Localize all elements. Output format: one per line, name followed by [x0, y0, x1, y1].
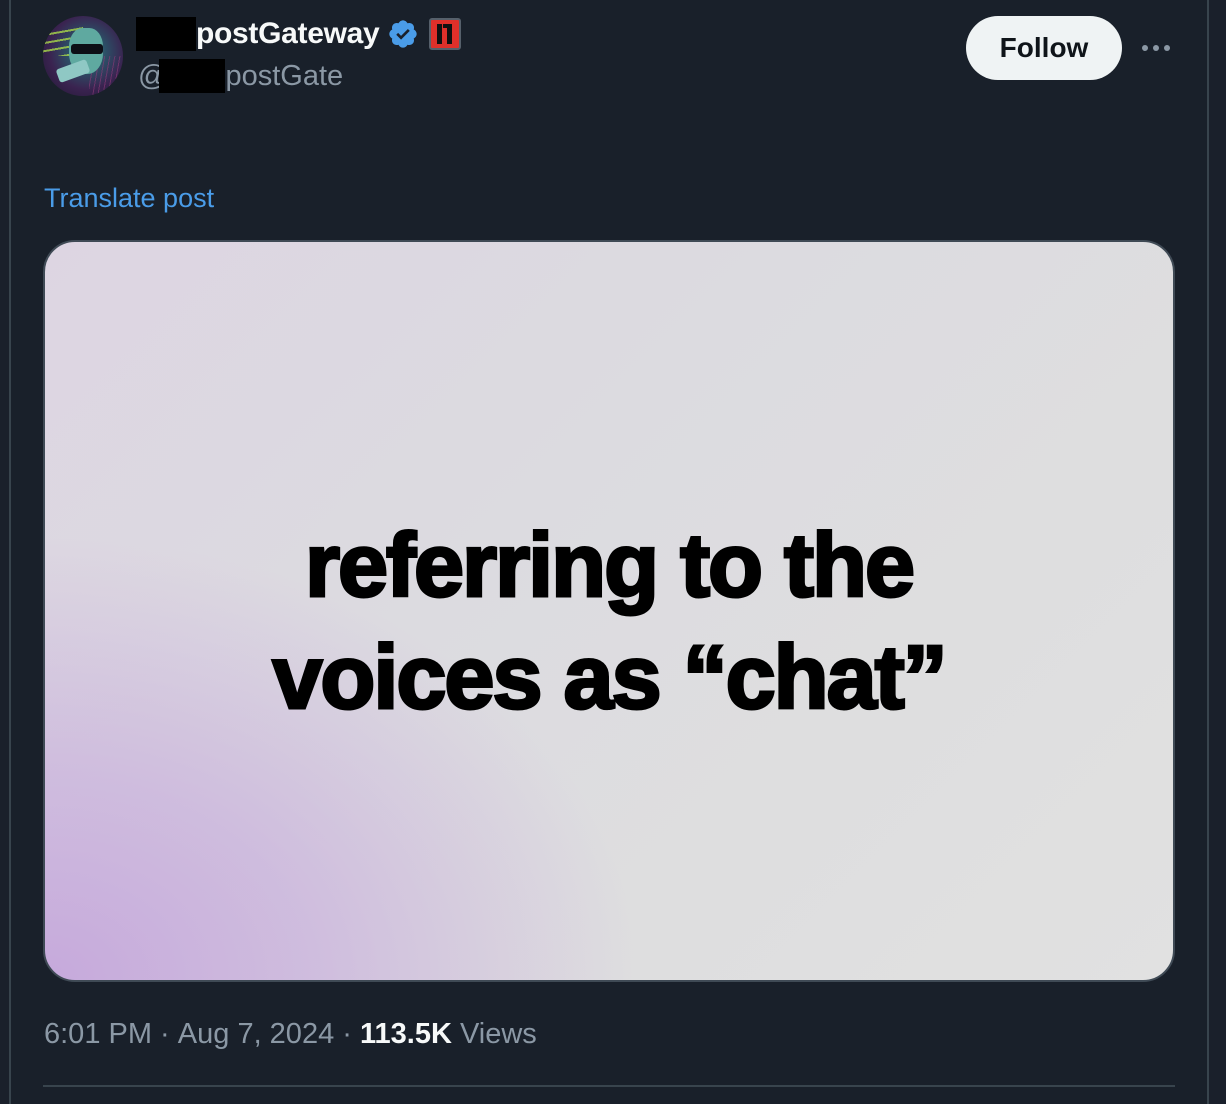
views-count[interactable]: 113.5K	[360, 1018, 452, 1051]
author-name-row[interactable]: postGateway	[136, 14, 462, 54]
meme-line-2: voices as “chat”	[271, 627, 949, 730]
translate-post-link[interactable]: Translate post	[44, 183, 214, 214]
post-time[interactable]: 6:01 PM	[44, 1018, 152, 1051]
redaction-box-handle	[159, 59, 226, 93]
author-display-name[interactable]: postGateway	[196, 17, 380, 51]
meme-caption: referring to the voices as “chat”	[45, 510, 1173, 734]
author-avatar[interactable]	[43, 16, 123, 96]
avatar-phone	[55, 58, 91, 84]
meta-separator: ·	[152, 1017, 178, 1050]
post-metadata: 6:01 PM · Aug 7, 2024 · 113.5K Views	[44, 1014, 537, 1054]
author-handle-row[interactable]: @ postGate	[138, 58, 343, 94]
more-options-button[interactable]	[1136, 30, 1176, 66]
views-label: Views	[451, 1017, 537, 1050]
post-media-image[interactable]: referring to the voices as “chat”	[43, 240, 1175, 982]
column-border-right	[1207, 0, 1209, 1104]
divider	[43, 1085, 1175, 1087]
author-handle[interactable]: postGate	[225, 60, 343, 93]
redaction-box-name	[136, 17, 196, 51]
more-horizontal-icon	[1142, 45, 1148, 51]
follow-button[interactable]: Follow	[966, 16, 1122, 80]
affiliate-badge-icon[interactable]	[429, 18, 462, 50]
more-horizontal-icon-dot	[1164, 45, 1170, 51]
avatar-sunglasses	[71, 44, 103, 54]
meta-separator: ·	[334, 1017, 360, 1050]
more-horizontal-icon-dot	[1153, 45, 1159, 51]
verified-badge-icon[interactable]	[387, 18, 419, 50]
meme-line-1: referring to the	[303, 515, 916, 618]
post-date[interactable]: Aug 7, 2024	[178, 1018, 334, 1051]
